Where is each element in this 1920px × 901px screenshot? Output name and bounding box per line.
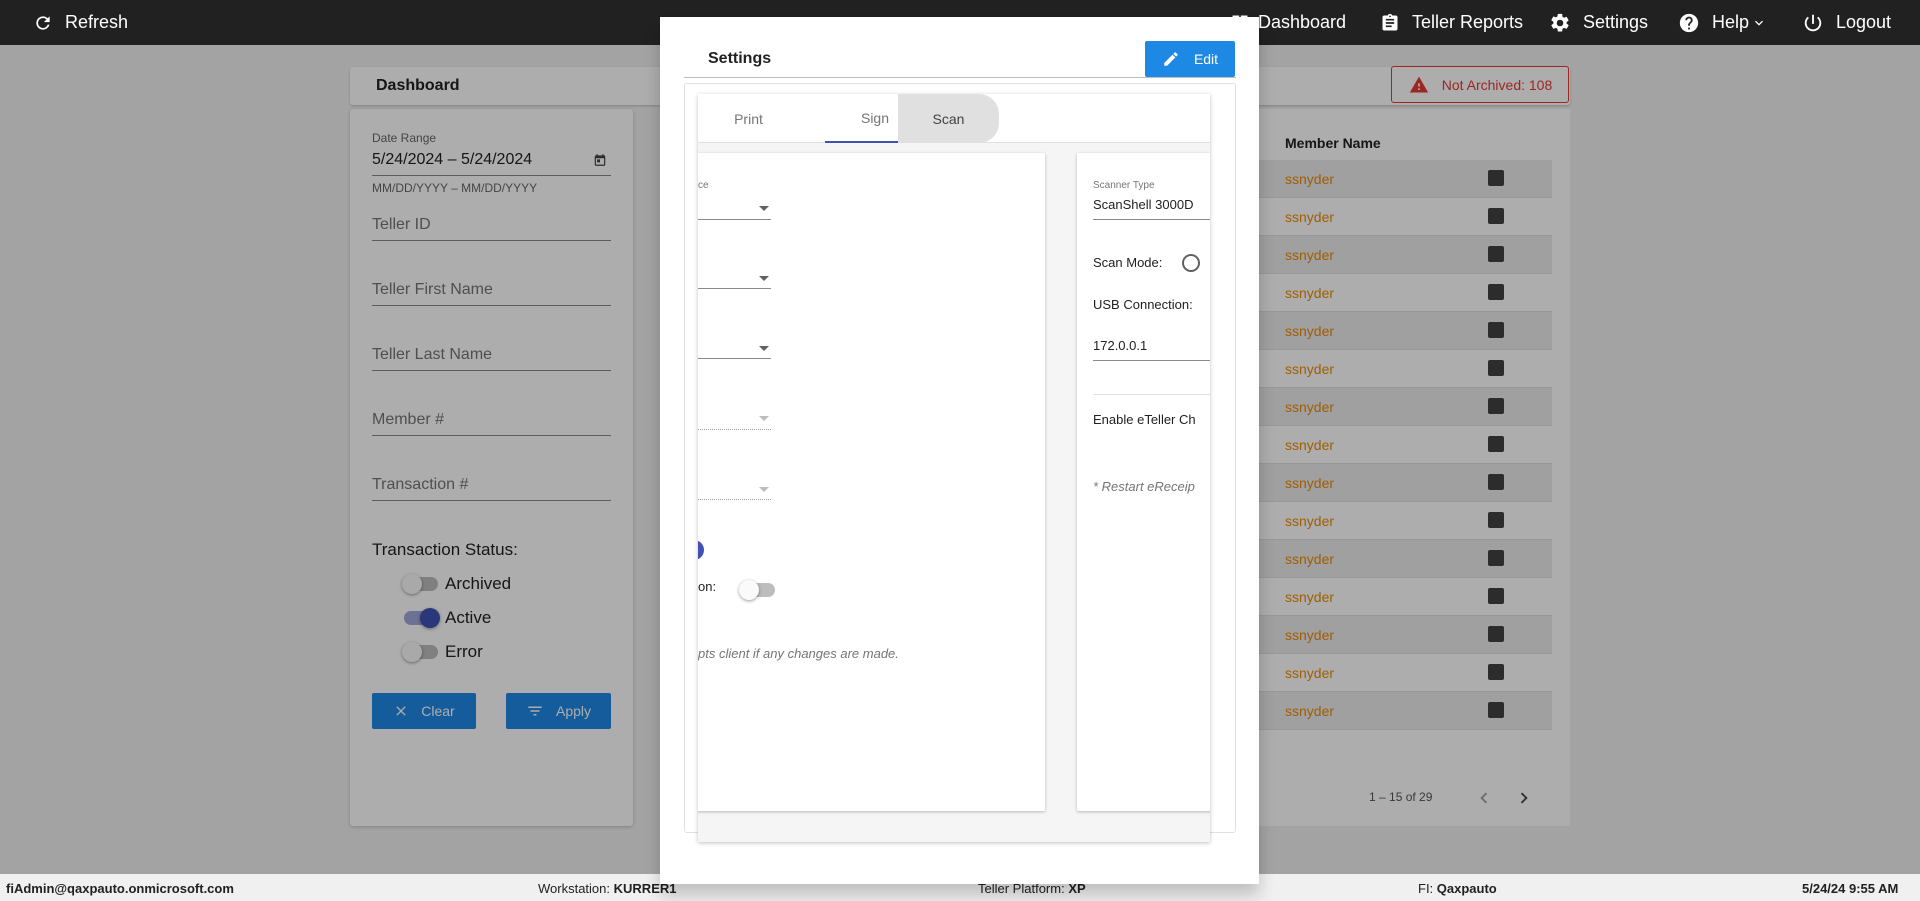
- scan-settings-card: Scanner Type ScanShell 3000D Scan Mode: …: [1077, 153, 1210, 811]
- nav-dashboard-label: Dashboard: [1258, 12, 1347, 32]
- pencil-icon: [1164, 52, 1178, 66]
- dropdown-caret-icon: [759, 206, 769, 211]
- sign-settings-card: ce on: pts client if any changes are mad…: [698, 153, 1045, 811]
- dialog-title: Settings: [708, 50, 772, 67]
- scan-mode-radio[interactable]: [1182, 254, 1200, 272]
- nav-settings[interactable]: Settings: [1549, 0, 1648, 45]
- option-toggle[interactable]: [739, 580, 775, 600]
- select-field-5-disabled: [698, 499, 771, 500]
- dropdown-caret-icon: [759, 416, 769, 421]
- restart-note-fragment: pts client if any changes are made.: [698, 646, 899, 661]
- edit-button[interactable]: Edit: [1145, 41, 1235, 77]
- clipboard-icon: [1382, 13, 1398, 31]
- fi-info: FI: Qaxpauto: [1418, 881, 1497, 896]
- nav-settings-label: Settings: [1583, 12, 1649, 32]
- workstation-info: Workstation: KURRER1: [538, 881, 677, 896]
- user-email: fiAdmin@qaxpauto.onmicrosoft.com: [6, 881, 234, 896]
- scanner-type-underline: [1093, 219, 1210, 220]
- select-field-2[interactable]: [698, 288, 771, 289]
- settings-dialog: Settings Edit Print Sign Scan ce on: pts…: [660, 17, 1259, 884]
- help-icon: [1679, 13, 1699, 32]
- usb-connection-label: USB Connection:: [1093, 297, 1193, 312]
- field-label-fragment: ce: [698, 180, 709, 191]
- tab-bar: Print Sign Scan: [698, 94, 1210, 143]
- enable-eteller-label: Enable eTeller Ch: [1093, 412, 1196, 427]
- refresh-label: Refresh: [65, 12, 129, 32]
- refresh-button[interactable]: Refresh: [33, 0, 128, 45]
- settings-tabs-viewport: Print Sign Scan ce on: pts client if any…: [698, 94, 1210, 842]
- refresh-icon: [36, 15, 50, 30]
- nav-logout[interactable]: Logout: [1802, 0, 1891, 45]
- restart-note: * Restart eReceip: [1093, 479, 1195, 494]
- datetime: 5/24/24 9:55 AM: [1802, 881, 1899, 896]
- toggle-label-fragment: on:: [698, 579, 717, 594]
- select-field-4-disabled: [698, 429, 771, 430]
- select-field-3[interactable]: [698, 358, 771, 359]
- tab-scan[interactable]: Scan: [898, 94, 999, 143]
- nav-teller-reports-label: Teller Reports: [1412, 12, 1524, 32]
- dropdown-caret-icon: [759, 487, 769, 492]
- scanner-type-value[interactable]: ScanShell 3000D: [1093, 197, 1193, 212]
- gear-icon: [1551, 13, 1569, 32]
- ip-address-value[interactable]: 172.0.0.1: [1093, 338, 1147, 353]
- scanner-type-label: Scanner Type: [1093, 180, 1155, 191]
- select-field-1[interactable]: [698, 219, 771, 220]
- divider: [1093, 394, 1210, 395]
- toggle-knob: [739, 580, 759, 600]
- dropdown-caret-icon: [759, 346, 769, 351]
- tab-print[interactable]: Print: [698, 94, 799, 143]
- dropdown-caret-icon: [759, 276, 769, 281]
- edit-label: Edit: [1193, 51, 1219, 67]
- power-icon: [1804, 14, 1822, 31]
- nav-logout-label: Logout: [1836, 12, 1892, 32]
- scan-mode-label: Scan Mode:: [1093, 255, 1163, 270]
- chevron-down-icon: [1755, 20, 1764, 26]
- ip-address-underline: [1093, 360, 1210, 361]
- nav-help[interactable]: Help: [1678, 0, 1767, 45]
- nav-teller-reports[interactable]: Teller Reports: [1380, 0, 1523, 45]
- toggle-knob-on[interactable]: [698, 540, 704, 560]
- nav-help-label: Help: [1712, 12, 1750, 32]
